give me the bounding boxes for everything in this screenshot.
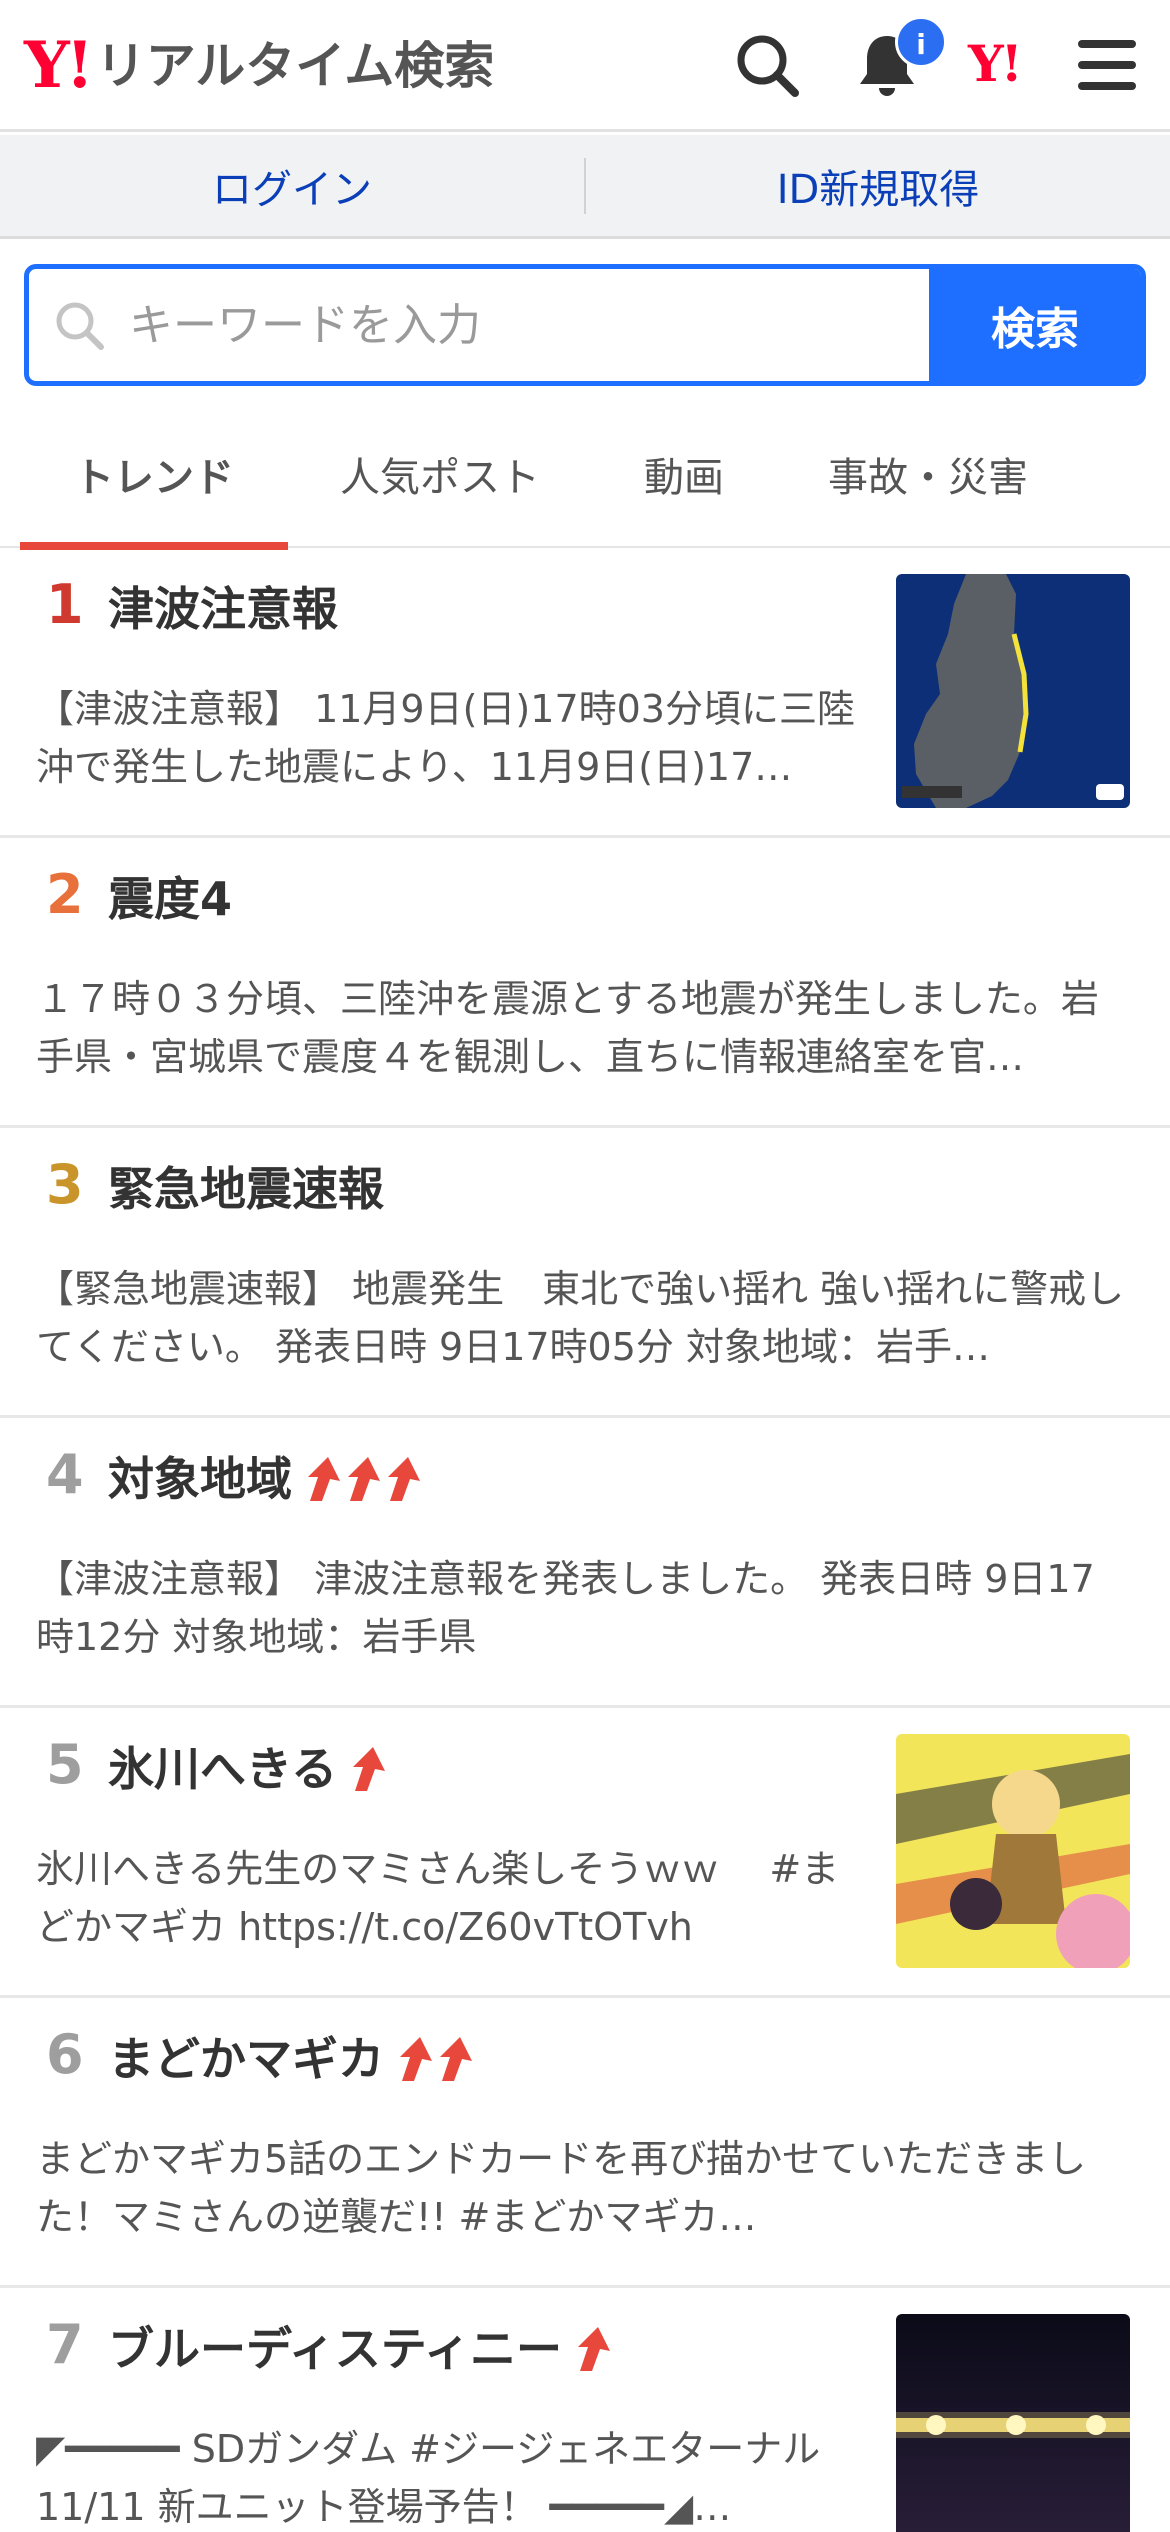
trend-description: 【津波注意報】 津波注意報を発表しました。 発表日時 9日17時12分 対象地域… <box>36 1557 1095 1659</box>
trend-description: １７時０３分頃、三陸沖を震源とする地震が発生しました。岩手県・宮城県で震度４を観… <box>36 977 1099 1079</box>
search-box: 検索 <box>24 264 1146 386</box>
trend-item[interactable]: 7 ブルーディスティニー ◤━━━━━ SDガンダム #ジージェネエターナル 1… <box>0 2288 1170 2532</box>
search-input[interactable] <box>129 269 929 381</box>
app-header: Y! リアルタイム検索 i Y! <box>0 0 1170 132</box>
rising-arrows <box>349 1745 389 1793</box>
yahoo-realtime-logo[interactable]: Y! リアルタイム検索 <box>24 28 494 104</box>
yahoo-logo-mark: Y! <box>24 28 94 103</box>
rising-arrows <box>304 1455 424 1503</box>
trend-description: ◤━━━━━ SDガンダム #ジージェネエターナル 11/11 新ユニット登場予… <box>36 2427 821 2529</box>
up-arrow-icon <box>388 1457 420 1502</box>
search-field-icon <box>29 269 129 381</box>
trend-description: 【津波注意報】 11月9日(日)17時03分頃に三陸沖で発生した地震により、11… <box>36 687 855 789</box>
logo-title: リアルタイム検索 <box>95 37 495 95</box>
trend-title[interactable]: 震度4 <box>108 874 232 925</box>
trend-description: 氷川へきる先生のマミさん楽しそうｗｗ #まどかマギカ https://t.co/… <box>36 1847 840 1949</box>
trend-title[interactable]: ブルーディスティニー <box>108 2324 614 2375</box>
search-button[interactable]: 検索 <box>929 269 1141 381</box>
anime-illustration-thumbnail[interactable] <box>896 1734 1130 1968</box>
up-arrow-icon <box>353 1747 386 1792</box>
trend-title[interactable]: 津波注意報 <box>108 584 338 635</box>
up-arrow-icon <box>578 2327 611 2372</box>
trend-item[interactable]: 2 震度4 １７時０３分頃、三陸沖を震源とする地震が発生しました。岩手県・宮城県… <box>0 838 1170 1128</box>
tab-trend[interactable]: トレンド <box>20 400 288 550</box>
tab-videos[interactable]: 動画 <box>610 400 758 548</box>
register-link[interactable]: ID新規取得 <box>586 157 1170 215</box>
trend-rank: 1 <box>46 573 84 636</box>
tsunami-map-thumbnail[interactable] <box>896 574 1130 808</box>
login-link[interactable]: ログイン <box>0 157 584 215</box>
trend-rank: 3 <box>46 1153 84 1216</box>
up-arrow-icon <box>308 1457 340 1502</box>
tab-accidents-disasters[interactable]: 事故・災害 <box>800 400 1056 548</box>
trend-description: まどかマギカ5話のエンドカードを再び描かせていただきました！マミさんの逆襲だ!!… <box>36 2137 1087 2239</box>
up-arrow-icon <box>348 1457 380 1502</box>
magnifier-icon <box>56 302 104 350</box>
yahoo-japan-icon[interactable]: Y! <box>968 34 1023 93</box>
trend-item[interactable]: 1 津波注意報 【津波注意報】 11月9日(日)17時03分頃に三陸沖で発生した… <box>0 548 1170 838</box>
search-icon[interactable] <box>732 30 802 100</box>
trend-rank: 2 <box>46 863 84 926</box>
trend-list: 1 津波注意報 【津波注意報】 11月9日(日)17時03分頃に三陸沖で発生した… <box>0 548 1170 2532</box>
hamburger-menu-icon[interactable] <box>1072 30 1142 100</box>
trend-title[interactable]: 緊急地震速報 <box>108 1164 384 1215</box>
trend-description: 【緊急地震速報】 地震発生 東北で強い揺れ 強い揺れに警戒してください。 発表日… <box>36 1267 1125 1369</box>
trend-rank: 4 <box>46 1443 84 1506</box>
category-tabs: トレンド 人気ポスト 動画 事故・災害 <box>0 400 1170 550</box>
rising-arrows <box>396 2035 476 2083</box>
trend-item[interactable]: 4 対象地域 【津波注意報】 津波注意報を発表しました。 発表日時 9日17時1… <box>0 1418 1170 1708</box>
notification-badge: i <box>895 16 947 68</box>
up-arrow-icon <box>440 2037 472 2082</box>
tab-popular-posts[interactable]: 人気ポスト <box>318 400 562 548</box>
light-streak-thumbnail[interactable] <box>896 2314 1130 2532</box>
trend-rank: 5 <box>46 1733 84 1796</box>
trend-rank: 6 <box>46 2023 84 2086</box>
trend-item[interactable]: 6 まどかマギカ まどかマギカ5話のエンドカードを再び描かせていただきました！マ… <box>0 1998 1170 2288</box>
trend-item[interactable]: 3 緊急地震速報 【緊急地震速報】 地震発生 東北で強い揺れ 強い揺れに警戒して… <box>0 1128 1170 1418</box>
trend-rank: 7 <box>46 2313 84 2376</box>
trend-title[interactable]: 対象地域 <box>108 1454 424 1505</box>
rising-arrows <box>574 2325 614 2373</box>
trend-item[interactable]: 5 氷川へきる 氷川へきる先生のマミさん楽しそうｗｗ #まどかマギカ https… <box>0 1708 1170 1998</box>
trend-title[interactable]: まどかマギカ <box>108 2034 476 2085</box>
trend-title[interactable]: 氷川へきる <box>108 1744 389 1795</box>
up-arrow-icon <box>400 2037 432 2082</box>
account-bar: ログイン ID新規取得 <box>0 135 1170 239</box>
